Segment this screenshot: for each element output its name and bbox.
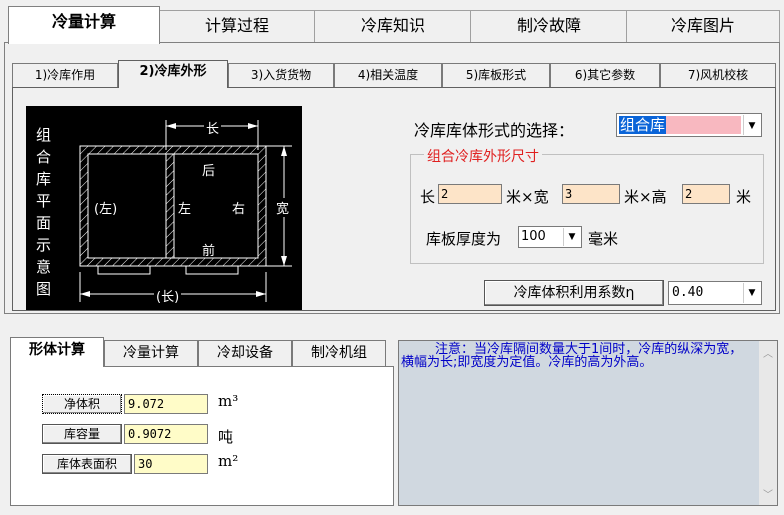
volume-coef-select[interactable]: 0.40 ▼ (668, 281, 762, 305)
tab-cooling-equipment[interactable]: 冷却设备 (198, 340, 292, 366)
type-select-label: 冷库库体形式的选择： (414, 121, 575, 140)
scroll-up-icon[interactable]: ︿ (759, 345, 777, 360)
surface-area-output: 30 (134, 454, 208, 474)
dimension-group-title: 组合冷库外形尺寸 (424, 146, 542, 166)
tab-cooling-load[interactable]: 冷量计算 (104, 340, 198, 366)
tab-refrigeration-unit[interactable]: 制冷机组 (292, 340, 386, 366)
diagram-width: 宽 (276, 198, 290, 217)
tab-cold-storage-pictures[interactable]: 冷库图片 (626, 10, 780, 42)
floor-plan-diagram: 组合库平面示意图 长 (长) 宽 (左) 左 右 后 前 (26, 106, 302, 310)
note-textarea[interactable]: 注意：当冷库隔间数量大于1间时，冷库的纵深为宽，横幅为长;即宽度为定值。冷库的高… (398, 340, 778, 506)
subtab-temperature[interactable]: 4)相关温度 (334, 63, 442, 87)
capacity-unit: 吨 (218, 428, 234, 446)
chevron-down-icon[interactable]: ▼ (743, 115, 760, 135)
subtab-fan-check[interactable]: 7)风机校核 (660, 63, 776, 87)
chevron-down-icon[interactable]: ▼ (563, 228, 580, 246)
net-volume-output: 9.072 (124, 394, 208, 414)
length-input[interactable]: 2 (438, 184, 502, 204)
chevron-down-icon[interactable]: ▼ (743, 283, 760, 303)
type-select-value: 组合库 (619, 116, 741, 134)
surface-area-button[interactable]: 库体表面积 (42, 454, 132, 474)
tab-cold-storage-knowledge[interactable]: 冷库知识 (314, 10, 472, 42)
scrollbar[interactable]: ︿ ﹀ (759, 341, 777, 505)
subtab-panel-type[interactable]: 5)库板形式 (442, 63, 550, 87)
tab-refrigeration-faults[interactable]: 制冷故障 (470, 10, 628, 42)
length-label: 长 (420, 188, 436, 206)
subtab-purpose[interactable]: 1)冷库作用 (12, 63, 118, 87)
height-input[interactable]: 2 (682, 184, 730, 204)
thickness-unit: 毫米 (588, 230, 619, 248)
width-label: 米×宽 (506, 188, 549, 206)
net-volume-button[interactable]: 净体积 (42, 394, 122, 414)
surface-area-unit: m² (218, 452, 239, 470)
width-input[interactable]: 3 (562, 184, 620, 204)
height-label: 米×高 (624, 188, 667, 206)
tab-shape-calc[interactable]: 形体计算 (10, 337, 104, 367)
subtab-other-params[interactable]: 6)其它参数 (550, 63, 660, 87)
capacity-output: 0.9072 (124, 424, 208, 444)
note-text: 注意：当冷库隔间数量大于1间时，冷库的纵深为宽，横幅为长;即宽度为定值。冷库的高… (401, 342, 743, 370)
diagram-front: 前 (202, 244, 216, 259)
capacity-button[interactable]: 库容量 (42, 424, 122, 444)
thickness-label: 库板厚度为 (426, 230, 502, 248)
diagram-right: 右 (232, 202, 246, 217)
thickness-select[interactable]: 100 ▼ (518, 226, 582, 248)
diagram-back: 后 (202, 164, 216, 179)
volume-coef-button[interactable]: 冷库体积利用系数η (484, 280, 664, 306)
diagram-bottom-length: (长) (154, 286, 182, 305)
type-select[interactable]: 组合库 ▼ (616, 113, 762, 137)
diagram-vertical-title: 组合库平面示意图 (36, 126, 52, 298)
thickness-value: 100 (521, 229, 546, 244)
diagram-left: 左 (178, 202, 192, 217)
scroll-down-icon[interactable]: ﹀ (759, 486, 777, 501)
subtab-incoming-goods[interactable]: 3)入货货物 (228, 63, 334, 87)
tab-cooling-calc[interactable]: 冷量计算 (8, 6, 160, 44)
volume-coef-value: 0.40 (672, 285, 704, 300)
diagram-left-room: (左) (94, 202, 118, 217)
net-volume-unit: m³ (218, 392, 239, 410)
diagram-top-length: 长 (204, 118, 222, 137)
height-unit: 米 (736, 188, 752, 206)
tab-calc-process[interactable]: 计算过程 (158, 10, 316, 42)
subtab-shape[interactable]: 2)冷库外形 (118, 60, 228, 88)
